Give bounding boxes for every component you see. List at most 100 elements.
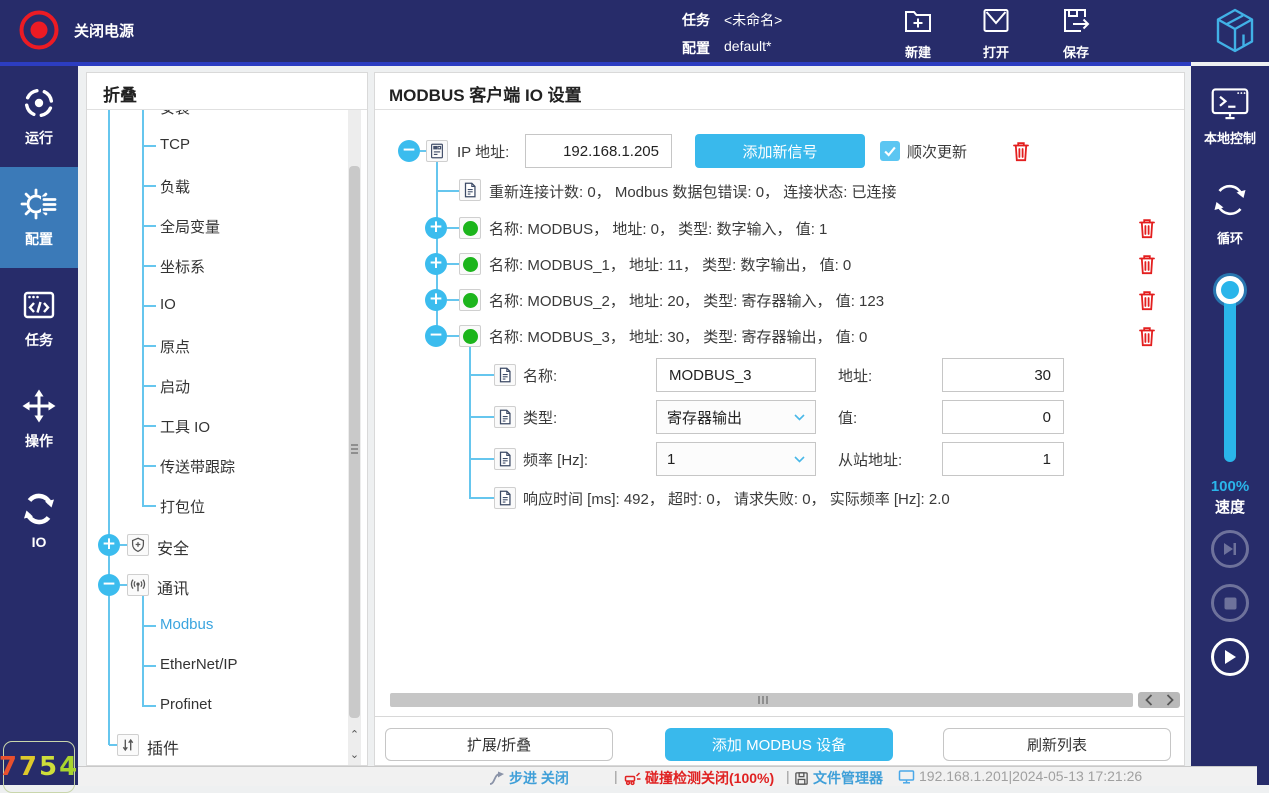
network-time-status: 192.168.1.201|2024-05-13 17:21:26 — [898, 768, 1142, 784]
step-forward-button[interactable] — [1211, 530, 1249, 568]
play-icon — [1223, 649, 1237, 665]
add-signal-button[interactable]: 添加新信号 — [695, 134, 865, 168]
tree-connector — [469, 458, 494, 460]
tree-trunk-line — [108, 110, 110, 745]
shield-icon — [127, 534, 149, 556]
value-input[interactable] — [942, 400, 1064, 434]
refresh-list-button[interactable]: 刷新列表 — [943, 728, 1171, 761]
expand-collapse-button[interactable]: 扩展/折叠 — [385, 728, 613, 761]
save-icon — [1060, 6, 1092, 34]
tree-item-tcp[interactable]: TCP — [160, 136, 190, 156]
scrollbar-grip — [351, 444, 358, 446]
tree-item-modbus[interactable]: Modbus — [160, 616, 213, 636]
delete-signal-icon[interactable] — [1137, 253, 1157, 275]
file-manager-link[interactable]: 文件管理器 — [794, 768, 883, 788]
tree-scrollbar-thumb[interactable] — [349, 166, 360, 718]
value-label: 值: — [838, 407, 857, 428]
tree-item-home[interactable]: 原点 — [160, 336, 190, 356]
tree-connector — [447, 263, 459, 265]
tree-branch-line — [142, 596, 144, 706]
scroll-down-icon[interactable]: ⌄ — [348, 746, 361, 764]
nav-item-operate[interactable]: 操作 — [0, 369, 78, 470]
speed-slider-track[interactable] — [1224, 288, 1236, 462]
tree-item-safety[interactable]: 安全 — [157, 535, 189, 555]
expander-signal-3[interactable]: − — [425, 325, 447, 347]
tree-item-profinet[interactable]: Profinet — [160, 696, 212, 716]
tree-item-ethernet-ip[interactable]: EtherNet/IP — [160, 656, 238, 676]
tree-item-payload[interactable]: 负载 — [160, 176, 190, 196]
play-button[interactable] — [1211, 638, 1249, 676]
signal-stats: 响应时间 [ms]: 492， 超时: 0， 请求失败: 0， 实际频率 [Hz… — [523, 488, 950, 509]
tree-item-pack-pos[interactable]: 打包位 — [160, 496, 205, 516]
power-button[interactable] — [18, 9, 60, 51]
address-input[interactable] — [942, 358, 1064, 392]
right-nav: 本地控制 循环 100% 速度 — [1191, 66, 1269, 785]
scroll-up-icon[interactable]: ⌃ — [348, 726, 361, 744]
nav-label: 操作 — [25, 431, 53, 451]
slave-address-input[interactable] — [942, 442, 1064, 476]
tree-branch-line — [469, 347, 471, 498]
expander-signal-2[interactable]: + — [425, 289, 447, 311]
tree-connector — [469, 497, 494, 499]
nav-item-io[interactable]: IO — [0, 470, 78, 571]
speed-value: 100% — [1191, 478, 1269, 495]
tree-item-global-vars[interactable]: 全局变量 — [160, 216, 220, 236]
type-select[interactable]: 寄存器输出 — [656, 400, 816, 434]
ip-input[interactable] — [525, 134, 672, 168]
nav-item-config[interactable]: 配置 — [0, 167, 78, 268]
collision-status[interactable]: 碰撞检测关闭(100%) — [624, 768, 774, 788]
tree-connector — [447, 299, 459, 301]
doc-icon — [494, 364, 516, 386]
nav-item-task[interactable]: 任务 — [0, 268, 78, 369]
new-file-icon — [903, 6, 933, 34]
signal-summary: 名称: MODBUS， 地址: 0， 类型: 数字输入， 值: 1 — [489, 218, 827, 239]
stop-button[interactable] — [1211, 584, 1249, 622]
brand-logo-icon — [1214, 8, 1256, 59]
delete-signal-icon[interactable] — [1137, 325, 1157, 347]
network-monitor-icon — [898, 769, 915, 784]
nav-item-run[interactable]: 运行 — [0, 66, 78, 167]
expander-comm[interactable]: − — [98, 574, 120, 596]
local-control-button[interactable] — [1210, 84, 1250, 129]
name-label: 名称: — [523, 365, 557, 386]
save-button[interactable]: 保存 — [1056, 6, 1096, 61]
tree-item-plugin[interactable]: 插件 — [147, 735, 179, 755]
delete-device-icon[interactable] — [1011, 140, 1031, 162]
tree-item-conveyor[interactable]: 传送带跟踪 — [160, 456, 235, 476]
tree-item-io[interactable]: IO — [160, 296, 176, 316]
open-button[interactable]: 打开 — [976, 6, 1016, 61]
expander-device[interactable]: − — [398, 140, 420, 162]
signal-status-icon — [459, 325, 481, 347]
step-mode-status[interactable]: 步进 关闭 — [488, 768, 569, 788]
delete-signal-icon[interactable] — [1137, 217, 1157, 239]
sequential-update-checkbox[interactable] — [880, 141, 900, 161]
tree-item-tool-io[interactable]: 工具 IO — [160, 416, 210, 436]
name-input[interactable] — [656, 358, 816, 392]
tree-item-coord[interactable]: 坐标系 — [160, 256, 205, 276]
tree-item-clipped[interactable]: 安装 — [160, 110, 190, 117]
expander-safety[interactable]: + — [98, 534, 120, 556]
new-button[interactable]: 新建 — [898, 6, 938, 61]
scroll-left-icon[interactable] — [1145, 694, 1153, 706]
scroll-right-icon[interactable] — [1166, 694, 1174, 706]
speed-slider-knob[interactable] — [1216, 276, 1244, 304]
tree-item-startup[interactable]: 启动 — [160, 376, 190, 396]
io-exchange-icon — [21, 491, 57, 527]
scroll-arrows — [1138, 692, 1180, 708]
loop-button[interactable] — [1210, 180, 1250, 225]
skip-icon — [1222, 542, 1238, 556]
file-manager-icon — [794, 771, 809, 786]
add-modbus-device-button[interactable]: 添加 MODBUS 设备 — [665, 728, 893, 761]
loop-label: 循环 — [1191, 228, 1269, 247]
loop-icon — [1210, 180, 1250, 220]
tree-item-comm[interactable]: 通讯 — [157, 575, 189, 595]
page-title: MODBUS 客户端 IO 设置 — [389, 81, 582, 106]
tree-connector — [109, 744, 117, 746]
frequency-select[interactable]: 1 — [656, 442, 816, 476]
local-control-icon — [1210, 84, 1250, 124]
tree-connector — [142, 625, 156, 627]
horizontal-scrollbar[interactable] — [390, 693, 1133, 707]
expander-signal-1[interactable]: + — [425, 253, 447, 275]
expander-signal-0[interactable]: + — [425, 217, 447, 239]
delete-signal-icon[interactable] — [1137, 289, 1157, 311]
